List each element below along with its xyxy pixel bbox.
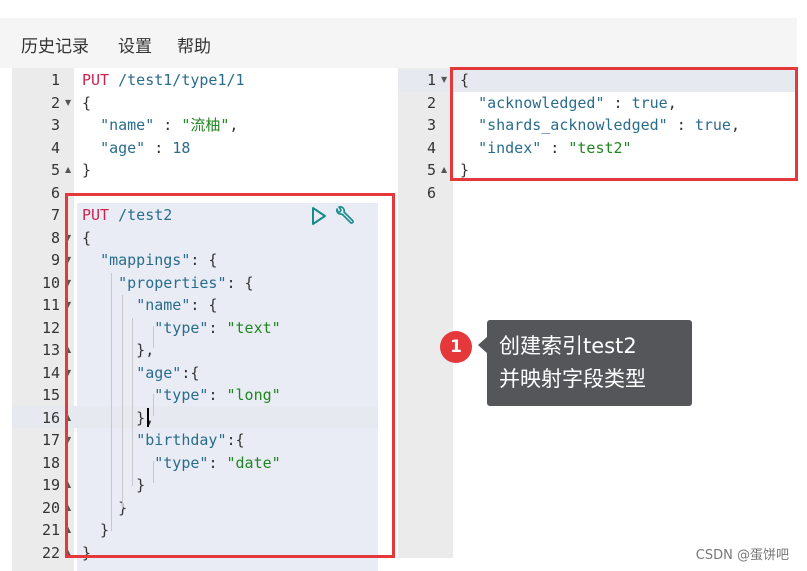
step-badge: 1 (440, 331, 472, 363)
line-number: 18 (41, 453, 60, 472)
line-number: 17 (41, 431, 60, 449)
code-token: "age" (100, 138, 146, 157)
code-token: , (229, 116, 239, 134)
fold-toggle-icon[interactable]: ▼ (441, 69, 447, 92)
line-number: 3 (50, 116, 60, 134)
line-number: 12 (41, 318, 60, 337)
code-token: PUT (82, 71, 110, 89)
annotation-line-2: 并映射字段类型 (499, 367, 646, 391)
line-number: 5 (426, 161, 436, 179)
code-token: : (154, 116, 182, 134)
line-number: 22 (41, 543, 60, 562)
line-number: 1 (426, 71, 436, 89)
line-number: 2 (426, 93, 436, 112)
code-line: } (82, 159, 91, 182)
menu-history[interactable]: 历史记录 (21, 32, 89, 57)
line-number: 10 (41, 273, 60, 292)
annotation-line-1: 创建索引test2 (499, 334, 637, 358)
line-number: 3 (426, 116, 436, 134)
fold-toggle-icon[interactable]: ▲ (441, 159, 447, 182)
menu-help[interactable]: 帮助 (177, 32, 211, 57)
code-line: "name" : "流柚", (82, 114, 238, 137)
line-number: 11 (41, 296, 60, 314)
code-token: "流柚" (181, 116, 230, 134)
line-number: 15 (41, 386, 60, 404)
code-line: "age" : 18 (82, 137, 190, 160)
line-number: 13 (41, 341, 60, 359)
line-number: 2 (50, 93, 60, 112)
line-number: 6 (426, 183, 436, 202)
line-number: 4 (50, 138, 60, 157)
line-number: 9 (50, 251, 60, 269)
line-number: 5 (50, 161, 60, 179)
code-line: { (82, 92, 91, 115)
menu-settings[interactable]: 设置 (118, 32, 152, 57)
line-number: 6 (50, 183, 60, 202)
line-number: 8 (50, 228, 60, 247)
code-token: } (82, 161, 92, 179)
code-token: 18 (172, 138, 191, 157)
annotation-tooltip: 创建索引test2 并映射字段类型 (487, 320, 692, 406)
fold-toggle-icon[interactable]: ▼ (65, 92, 71, 115)
code-token: { (82, 93, 92, 112)
line-number: 14 (41, 363, 60, 382)
fold-toggle-icon[interactable]: ▲ (65, 159, 71, 182)
code-token: /test1/type1/1 (118, 71, 245, 89)
line-number: 7 (50, 206, 60, 224)
line-number: 20 (41, 498, 60, 517)
watermark: CSDN @蛋饼吧 (695, 548, 789, 563)
line-number: 1 (50, 71, 60, 89)
code-token: : (145, 138, 173, 157)
line-number: 4 (426, 138, 436, 157)
menu-bar: 历史记录 设置 帮助 (0, 18, 797, 68)
response-highlight-box (450, 67, 798, 181)
line-number: 16 (41, 408, 60, 427)
request-highlight-box (65, 193, 395, 558)
line-number: 21 (41, 521, 60, 539)
line-number: 19 (41, 476, 60, 494)
code-token: "name" (100, 116, 155, 134)
code-line: PUT /test1/type1/1 (82, 69, 245, 92)
